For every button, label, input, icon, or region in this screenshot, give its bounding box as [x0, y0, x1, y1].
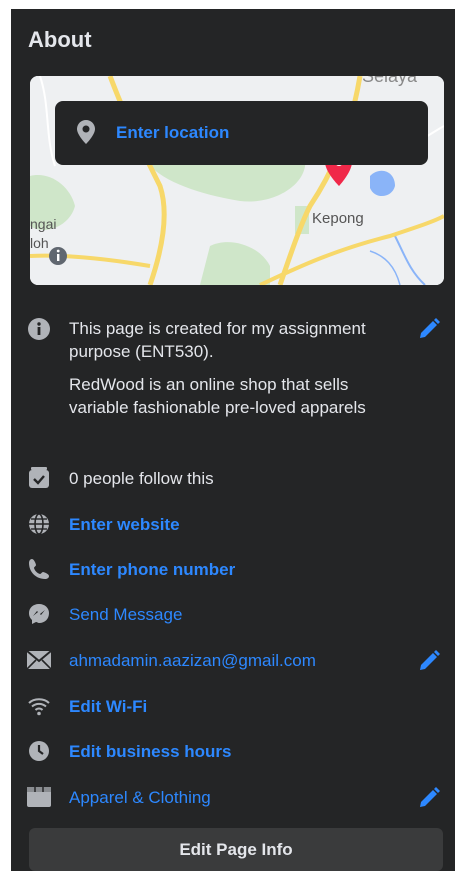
location-input-bar[interactable]: Enter location — [55, 101, 428, 165]
about-panel: About Kepong ngai loh Selaya Enter locat… — [11, 9, 455, 871]
edit-email-pencil-icon[interactable] — [417, 649, 443, 675]
phone-icon — [26, 556, 52, 582]
map-label-ngai: ngai — [30, 216, 56, 232]
email-link[interactable]: ahmadamin.aazizan@gmail.com — [69, 649, 316, 672]
description-line2: RedWood is an online shop that sells var… — [69, 375, 366, 417]
category-link[interactable]: Apparel & Clothing — [69, 786, 211, 809]
location-map[interactable]: Kepong ngai loh Selaya Enter location — [30, 76, 444, 285]
globe-icon — [26, 511, 52, 537]
messenger-icon — [26, 601, 52, 627]
followers-icon — [26, 465, 52, 491]
mail-icon — [26, 647, 52, 673]
description-line1: This page is created for my assignment p… — [69, 319, 366, 361]
edit-category-pencil-icon[interactable] — [417, 786, 443, 812]
clock-icon — [26, 738, 52, 764]
followers-count: 0 people follow this — [69, 469, 214, 488]
edit-hours-link[interactable]: Edit business hours — [69, 740, 231, 763]
map-label-kepong: Kepong — [312, 210, 364, 227]
info-icon — [26, 316, 52, 342]
edit-wifi-link[interactable]: Edit Wi-Fi — [69, 695, 147, 718]
map-label-selaya: Selaya — [362, 76, 418, 86]
website-link[interactable]: Enter website — [69, 513, 180, 536]
wifi-icon — [26, 693, 52, 719]
edit-description-pencil-icon[interactable] — [417, 317, 443, 343]
map-label-loh: loh — [30, 235, 49, 251]
phone-link[interactable]: Enter phone number — [69, 558, 235, 581]
edit-page-info-button[interactable]: Edit Page Info — [29, 828, 443, 871]
about-title: About — [28, 27, 92, 52]
category-icon — [26, 784, 52, 810]
send-message-link[interactable]: Send Message — [69, 603, 182, 626]
location-placeholder[interactable]: Enter location — [116, 123, 229, 143]
map-info-icon[interactable] — [49, 247, 67, 265]
